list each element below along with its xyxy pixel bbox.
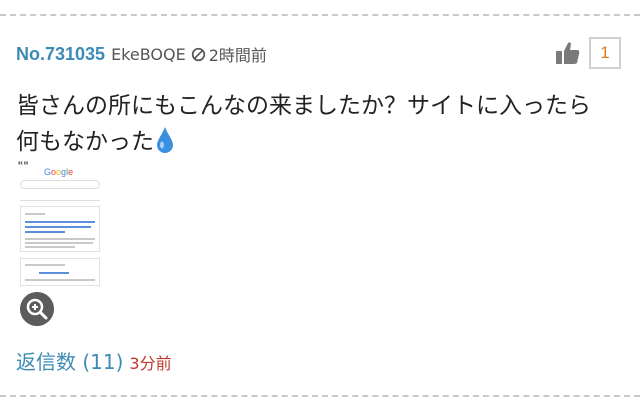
replies-row: 返信数 (11) 3分前: [16, 346, 172, 374]
like-count[interactable]: 1: [589, 37, 621, 69]
water-drop-icon: [157, 127, 173, 153]
ban-icon: [191, 47, 205, 61]
result-card: [20, 258, 100, 286]
post-body-line: 皆さんの所にもこんなの来ましたか？サイトに入ったら: [16, 93, 591, 119]
post-meta: No.731035 EkeBOQE 2時間前: [16, 42, 267, 66]
post-body-line: 何もなかった: [16, 129, 154, 155]
result-card: [20, 206, 100, 252]
search-bar: [20, 180, 100, 189]
top-dashed-divider: [0, 14, 640, 16]
result-tabs: [20, 194, 100, 201]
post-body: 皆さんの所にもこんなの来ましたか？サイトに入ったら 何もなかった: [16, 88, 626, 160]
bottom-dashed-divider: [0, 395, 640, 397]
post-time: 2時間前: [208, 46, 267, 65]
user-id: EkeBOQE: [111, 44, 186, 64]
latest-reply-time: 3分前: [129, 354, 172, 373]
zoom-in-icon[interactable]: [20, 292, 54, 326]
google-logo: Google: [44, 167, 74, 177]
reply-count-link[interactable]: 返信数 (11): [16, 346, 123, 375]
post-number[interactable]: No.731035: [16, 44, 105, 65]
status-bar: ▮▮ ▮▮: [18, 160, 29, 165]
thumbs-up-icon[interactable]: [555, 40, 581, 66]
